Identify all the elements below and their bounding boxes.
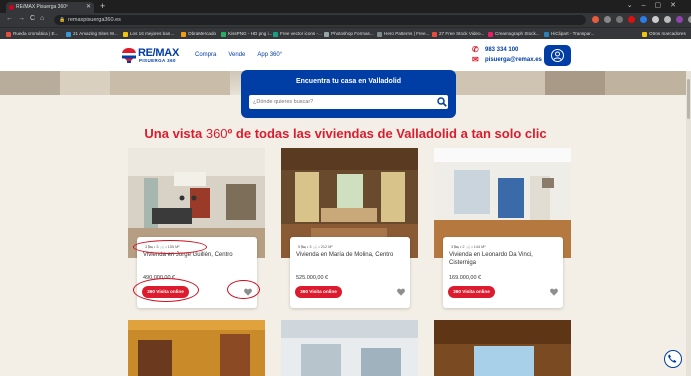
bookmark-item[interactable]: Hero Patterns | Free... [377, 30, 429, 38]
page-scrollbar[interactable] [686, 71, 691, 376]
bookmark-item[interactable]: ObraMercado [181, 30, 216, 38]
search-input[interactable] [249, 95, 448, 109]
listing-info: 5 🛏 • 3 🛁 • 212 M² Vivienda en María de … [290, 237, 410, 308]
window-controls[interactable]: ⌄–▢✕ [627, 1, 685, 9]
extension-icon[interactable] [628, 16, 635, 23]
puzzle-icon[interactable] [652, 16, 659, 23]
annotation-circle [133, 278, 199, 302]
listing-info: 3 🛏 • 2 🛁 • 144 M² Vivienda en Leonardo … [443, 237, 563, 308]
search-icon[interactable] [437, 97, 447, 107]
visit-360-icon: 360 [453, 289, 463, 294]
call-floating-button[interactable] [664, 350, 682, 368]
site-header [0, 39, 691, 71]
annotation-circle [133, 240, 207, 254]
logo-subtext: PISUERGA 360 [139, 58, 176, 63]
listing-price: 169.000,00 € [449, 275, 482, 281]
bookmark-item[interactable]: Rueda cromática | E... [6, 30, 58, 38]
user-account-button[interactable] [544, 45, 571, 66]
extensions [592, 16, 691, 23]
bookmark-item[interactable]: Creamograph Stock... [488, 30, 540, 38]
remax-logo[interactable]: RE/MAX PISUERGA 360 [122, 47, 182, 65]
share-icon[interactable] [604, 16, 611, 23]
listing-title[interactable]: Vivienda en María de Molina, Centro [296, 252, 408, 260]
extension-icon[interactable] [640, 16, 647, 23]
profile-avatar-icon[interactable] [676, 16, 683, 23]
close-tab-icon[interactable]: ✕ [86, 2, 91, 13]
nav-link-app360[interactable]: App 360° [257, 52, 282, 58]
online-visit-button[interactable]: 360 Visita online [295, 286, 342, 298]
url-field[interactable]: 🔒 remaxpisuerga360.es [54, 15, 586, 25]
search-title: Encuentra tu casa en Valladolid [295, 78, 402, 85]
bookmark-item[interactable]: KissPNG - HD png i... [221, 30, 272, 38]
online-visit-button[interactable]: 360 Visita online [448, 286, 495, 298]
phone-icon [668, 354, 677, 363]
listing-features: 5 🛏 • 3 🛁 • 212 M² [298, 245, 333, 249]
bookmark-folder[interactable]: Otros marcadores [642, 30, 686, 38]
tab-title: RE/MAX Pisuerga 360º [16, 4, 68, 10]
annotation-circle [227, 280, 260, 299]
mail-icon: ✉ [472, 55, 479, 64]
nav-link-compra[interactable]: Compra [195, 52, 216, 58]
contact-info: ✆ 983 334 100 ✉ pisuerga@remax.es [472, 45, 542, 65]
favorite-heart-icon[interactable] [550, 288, 558, 296]
search-panel: Encuentra tu casa en Valladolid [241, 70, 456, 118]
main-nav: Compra Vende App 360° [195, 52, 282, 58]
favorite-heart-icon[interactable] [397, 288, 405, 296]
bookmark-item[interactable]: Free vector icons -... [273, 30, 322, 38]
sidebar-icon[interactable] [664, 16, 671, 23]
listing-photo[interactable] [128, 320, 265, 376]
nav-link-vende[interactable]: Vende [228, 52, 245, 58]
email-link[interactable]: ✉ pisuerga@remax.es [472, 55, 542, 65]
listing-card[interactable]: 5 🛏 • 3 🛁 • 212 M² Vivienda en María de … [281, 148, 418, 308]
listing-card[interactable]: 3 🛏 • 2 🛁 • 144 M² Vivienda en Leonardo … [434, 148, 571, 308]
bookmark-item[interactable]: HiClipart - Transpar... [544, 30, 594, 38]
page-headline: Una vista 360º de todas las viviendas de… [144, 126, 547, 141]
visit-360-icon: 360 [300, 289, 310, 294]
browser-tab-bar: RE/MAX Pisuerga 360º ✕ + ⌄–▢✕ [0, 0, 691, 13]
bookmark-item[interactable]: 21 Amazing Sites W... [66, 30, 118, 38]
address-bar: ←→C⌂ 🔒 remaxpisuerga360.es [0, 13, 691, 27]
phone-icon: ✆ [472, 45, 479, 54]
user-icon [551, 49, 564, 62]
lock-icon: 🔒 [59, 17, 66, 23]
listing-price: 525.000,00 € [296, 275, 329, 281]
remax-favicon-icon [9, 5, 14, 10]
bookmarks-bar: Rueda cromática | E... 21 Amazing Sites … [0, 27, 691, 39]
extension-icon[interactable] [592, 16, 599, 23]
phone-link[interactable]: ✆ 983 334 100 [472, 45, 542, 55]
listing-photo[interactable] [434, 320, 571, 376]
browser-tab[interactable]: RE/MAX Pisuerga 360º ✕ [6, 2, 94, 13]
star-icon[interactable] [616, 16, 623, 23]
url-text: remaxpisuerga360.es [68, 17, 121, 23]
new-tab-icon[interactable]: + [100, 1, 105, 11]
balloon-logo-icon [122, 48, 136, 63]
listing-card[interactable]: 3 🛏 • 3 🛁 • 155 M² Vivienda en Jorge Gui… [128, 148, 265, 308]
nav-buttons[interactable]: ←→C⌂ [6, 15, 49, 22]
listing-photo[interactable] [281, 320, 418, 376]
bookmark-item[interactable]: Los 16 mejores ban... [123, 30, 174, 38]
listing-features: 3 🛏 • 2 🛁 • 144 M² [451, 245, 486, 249]
bookmark-item[interactable]: Photoshop Formas... [324, 30, 374, 38]
listing-title[interactable]: Vivienda en Leonardo Da Vinci, Cisternig… [449, 252, 561, 267]
bookmark-item[interactable]: 27 Free Stock Video... [432, 30, 484, 38]
